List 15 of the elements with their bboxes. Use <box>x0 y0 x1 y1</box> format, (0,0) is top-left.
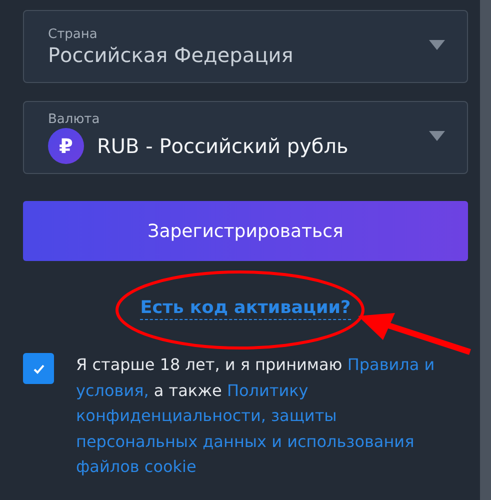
register-button[interactable]: Зарегистрироваться <box>23 201 468 261</box>
scrollbar[interactable] <box>480 0 491 500</box>
country-select[interactable]: Страна Российская Федерация <box>23 10 468 83</box>
currency-select[interactable]: Валюта ₽ RUB - Российский рубль <box>23 101 468 174</box>
field-value: RUB - Российский рубль <box>97 134 348 158</box>
caret-icon <box>429 40 445 50</box>
field-value: Российская Федерация <box>48 42 294 66</box>
field-label: Валюта <box>48 112 101 126</box>
activation-code-link[interactable]: Есть код активации? <box>140 298 351 320</box>
field-label: Страна <box>48 26 98 42</box>
caret-icon <box>429 130 445 140</box>
ruble-icon: ₽ <box>48 128 84 164</box>
check-icon <box>32 364 44 374</box>
agreement-text: Я старше 18 лет, и я принимаю Правила и условия, а также Политику конфиденциальности, защиты персональных данных и использования файлов cookie <box>76 354 436 478</box>
checkbox[interactable] <box>23 353 54 384</box>
